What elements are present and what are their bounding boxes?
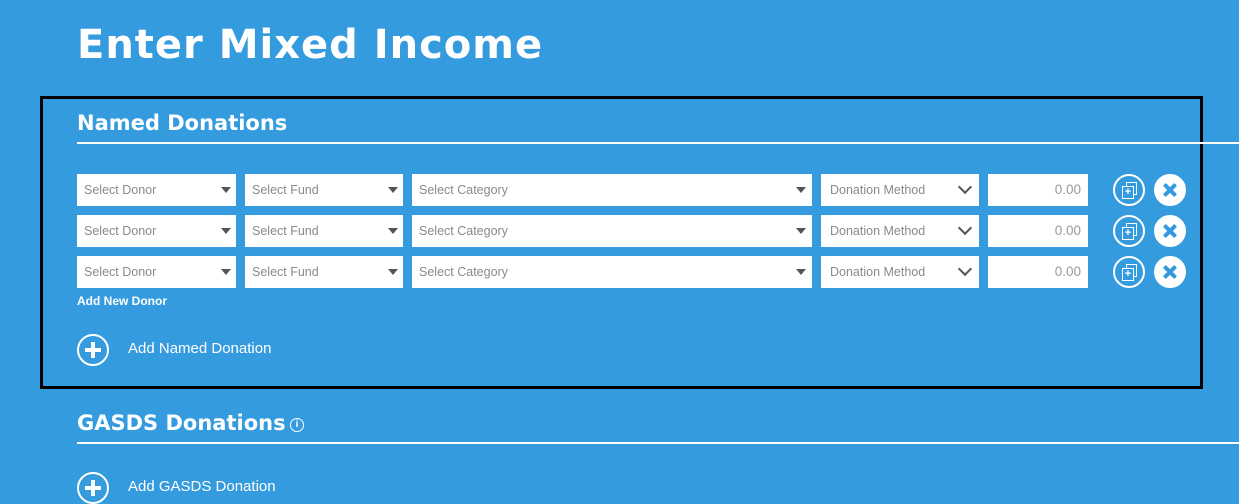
donor-select[interactable]: Select Donor xyxy=(77,256,236,288)
donor-select-value: Select Donor xyxy=(84,224,157,238)
add-gasds-donation-button[interactable]: Add GASDS Donation xyxy=(128,478,276,495)
donation-row: Select Donor Select Fund Select Category… xyxy=(77,174,1189,206)
donation-method-value: Donation Method xyxy=(830,265,926,279)
category-select[interactable]: Select Category xyxy=(412,256,812,288)
donation-method-select[interactable]: Donation Method xyxy=(821,174,979,206)
fund-select[interactable]: Select Fund xyxy=(245,174,403,206)
caret-down-icon xyxy=(221,228,231,234)
caret-down-icon xyxy=(221,269,231,275)
donor-select-value: Select Donor xyxy=(84,265,157,279)
add-new-donor-link[interactable]: Add New Donor xyxy=(77,294,167,308)
fund-select-value: Select Fund xyxy=(252,224,319,238)
chevron-down-icon xyxy=(957,220,973,236)
named-donations-divider xyxy=(77,142,1239,144)
fund-select[interactable]: Select Fund xyxy=(245,215,403,247)
copy-row-button[interactable]: + xyxy=(1113,174,1145,206)
donation-method-value: Donation Method xyxy=(830,183,926,197)
category-select[interactable]: Select Category xyxy=(412,215,812,247)
chevron-down-icon xyxy=(957,179,973,195)
fund-select-value: Select Fund xyxy=(252,265,319,279)
gasds-donations-divider xyxy=(77,442,1239,444)
category-select-value: Select Category xyxy=(419,224,508,238)
donation-method-select[interactable]: Donation Method xyxy=(821,215,979,247)
caret-down-icon xyxy=(796,269,806,275)
donor-select[interactable]: Select Donor xyxy=(77,215,236,247)
category-select[interactable]: Select Category xyxy=(412,174,812,206)
amount-input[interactable]: 0.00 xyxy=(988,174,1088,206)
caret-down-icon xyxy=(796,228,806,234)
named-donations-title: Named Donations xyxy=(77,111,288,135)
caret-down-icon xyxy=(388,228,398,234)
copy-row-button[interactable]: + xyxy=(1113,256,1145,288)
fund-select-value: Select Fund xyxy=(252,183,319,197)
remove-row-button[interactable] xyxy=(1154,174,1186,206)
copy-row-button[interactable]: + xyxy=(1113,215,1145,247)
category-select-value: Select Category xyxy=(419,265,508,279)
caret-down-icon xyxy=(221,187,231,193)
add-named-donation-button[interactable]: Add Named Donation xyxy=(128,340,271,357)
caret-down-icon xyxy=(796,187,806,193)
page-title: Enter Mixed Income xyxy=(77,22,544,68)
amount-value: 0.00 xyxy=(1054,182,1081,197)
info-icon[interactable]: i xyxy=(290,418,304,432)
donor-select[interactable]: Select Donor xyxy=(77,174,236,206)
donor-select-value: Select Donor xyxy=(84,183,157,197)
gasds-donations-title: GASDS Donations xyxy=(77,411,286,435)
plus-circle-icon[interactable] xyxy=(77,472,109,504)
remove-row-button[interactable] xyxy=(1154,215,1186,247)
amount-input[interactable]: 0.00 xyxy=(988,215,1088,247)
remove-row-button[interactable] xyxy=(1154,256,1186,288)
donation-row: Select Donor Select Fund Select Category… xyxy=(77,256,1189,288)
chevron-down-icon xyxy=(957,261,973,277)
plus-circle-icon[interactable] xyxy=(77,334,109,366)
donation-method-value: Donation Method xyxy=(830,224,926,238)
donation-row: Select Donor Select Fund Select Category… xyxy=(77,215,1189,247)
fund-select[interactable]: Select Fund xyxy=(245,256,403,288)
amount-value: 0.00 xyxy=(1054,264,1081,279)
amount-input[interactable]: 0.00 xyxy=(988,256,1088,288)
caret-down-icon xyxy=(388,187,398,193)
category-select-value: Select Category xyxy=(419,183,508,197)
amount-value: 0.00 xyxy=(1054,223,1081,238)
donation-method-select[interactable]: Donation Method xyxy=(821,256,979,288)
caret-down-icon xyxy=(388,269,398,275)
